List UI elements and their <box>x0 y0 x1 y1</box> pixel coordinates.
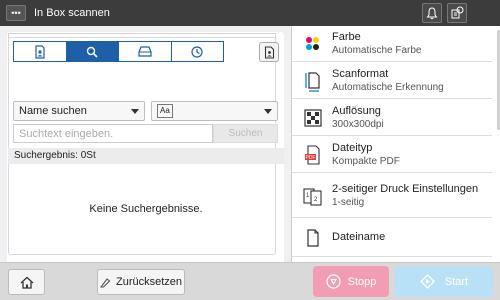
reset-button[interactable]: Zurücksetzen <box>97 269 185 295</box>
case-sensitive-icon: Aa <box>157 104 173 118</box>
function-scan-size[interactable]: Scanformat Automatische Erkennung <box>292 63 492 99</box>
start-button[interactable]: Start <box>395 266 493 297</box>
function-title: Scanformat <box>332 67 389 80</box>
stop-button[interactable]: Stopp <box>313 266 389 297</box>
result-summary: Suchergebnis: 0St <box>8 148 284 164</box>
function-title: Farbe <box>332 30 361 43</box>
search-text-input[interactable]: Suchtext eingeben. <box>13 124 213 143</box>
tab-user-box[interactable] <box>14 42 67 61</box>
notification-button[interactable] <box>422 3 442 23</box>
resolution-icon <box>300 105 326 131</box>
bell-icon <box>426 6 438 19</box>
box-detail-button[interactable] <box>259 42 279 62</box>
file-icon <box>300 225 326 251</box>
function-file-type[interactable]: PDF Dateityp Kompakte PDF <box>292 137 492 173</box>
search-mode-select[interactable]: Name suchen <box>13 101 145 121</box>
tray-icon <box>138 46 152 57</box>
duplex-icon: 1 2 <box>300 183 326 209</box>
tab-history[interactable] <box>171 42 223 61</box>
function-title: Dateiname <box>332 231 386 243</box>
function-duplex[interactable]: 1 2 2-seitiger Druck Einstellungen 1-sei… <box>292 174 492 218</box>
menu-button[interactable]: ••• <box>6 5 26 21</box>
device-status-button[interactable] <box>447 3 467 23</box>
case-select[interactable]: Aa <box>151 101 278 121</box>
chevron-down-icon <box>264 109 272 114</box>
start-label: Start <box>444 275 469 288</box>
bottom-bar: Zurücksetzen Stopp Start <box>0 262 500 300</box>
start-icon <box>419 274 435 289</box>
clock-icon <box>191 45 203 58</box>
device-status-icon <box>451 6 464 19</box>
reset-label: Zurücksetzen <box>115 276 183 288</box>
svg-text:1: 1 <box>306 193 310 199</box>
tab-search[interactable] <box>66 42 119 61</box>
function-title: Dateityp <box>332 141 373 154</box>
no-results-message: Keine Suchergebnisse. <box>89 203 203 215</box>
function-title: Auflösung <box>332 104 381 117</box>
function-file-name[interactable]: Dateiname <box>292 219 492 257</box>
result-count: 0St <box>80 150 96 161</box>
svg-text:PDF: PDF <box>306 155 316 161</box>
search-box <box>8 37 276 255</box>
home-icon <box>20 276 33 289</box>
pdf-icon: PDF <box>300 142 326 168</box>
eraser-icon <box>99 277 111 288</box>
function-title: 2-seitiger Druck Einstellungen <box>332 182 479 195</box>
scan-size-icon <box>300 68 326 94</box>
function-value: Kompakte PDF <box>332 155 400 167</box>
stop-label: Stopp <box>347 275 377 288</box>
page-title: In Box scannen <box>34 7 110 19</box>
function-value: 1-seitig <box>332 196 365 208</box>
function-color[interactable]: Farbe Automatische Farbe <box>292 26 492 62</box>
top-bar: ••• In Box scannen <box>0 0 500 26</box>
ellipsis-icon: ••• <box>11 8 21 18</box>
search-button[interactable]: Suchen <box>213 124 278 143</box>
home-button[interactable] <box>8 269 45 295</box>
search-tabs <box>13 41 224 62</box>
tab-tray[interactable] <box>119 42 172 61</box>
result-label: Suchergebnis: <box>14 150 78 161</box>
document-user-icon <box>264 45 274 59</box>
function-resolution[interactable]: Auflösung 300x300dpi <box>292 100 492 136</box>
search-mode-value: Name suchen <box>19 105 87 117</box>
function-value: Automatische Erkennung <box>332 81 444 93</box>
color-dots-icon <box>300 31 326 57</box>
chevron-down-icon <box>131 109 139 114</box>
search-icon <box>87 46 98 58</box>
stop-icon <box>325 274 341 289</box>
document-user-icon <box>35 44 45 59</box>
function-value: 300x300dpi <box>332 118 384 130</box>
function-value: Automatische Farbe <box>332 44 422 56</box>
